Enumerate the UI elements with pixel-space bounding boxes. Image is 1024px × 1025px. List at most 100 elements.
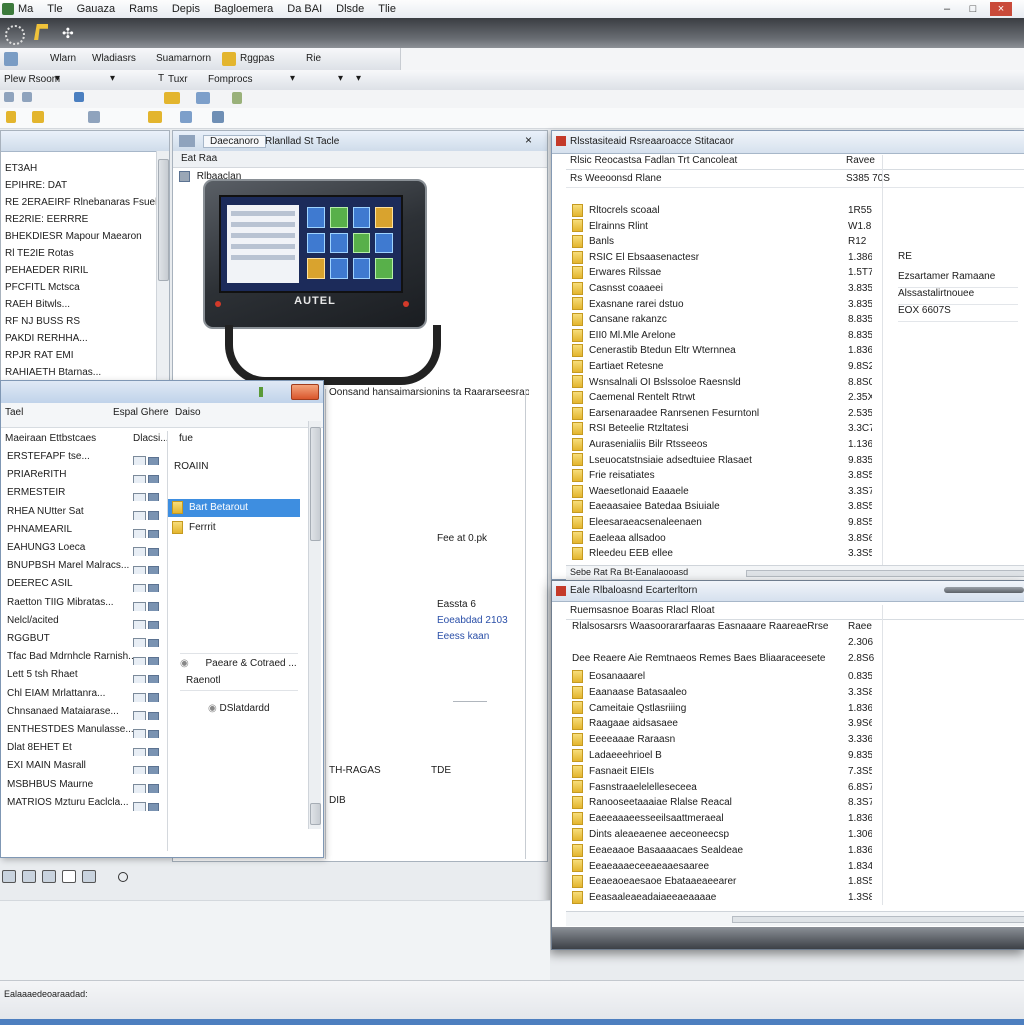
list-item[interactable]: Fasnstraaelelelleseceea 6.8S7 xyxy=(572,780,872,796)
checkbox-icon[interactable] xyxy=(133,692,146,702)
list-item[interactable]: ENTHESTDES Manulasse... xyxy=(1,722,165,738)
list-item[interactable]: Caemenal Rentelt Rtrwt 2.35X xyxy=(572,390,872,406)
list-item[interactable]: Banls R12 xyxy=(572,234,872,250)
tree-item[interactable]: PEHAEDER RIRIL xyxy=(1,263,156,279)
checkbox-icon[interactable] xyxy=(133,711,146,720)
search-icon[interactable] xyxy=(88,111,100,123)
list-item[interactable]: Waesetlonaid Eaaaele 3.3S7 xyxy=(572,484,872,500)
close-button[interactable]: × xyxy=(990,2,1012,16)
tree-scroll-thumb[interactable] xyxy=(158,159,169,281)
list-item[interactable]: Ladaeeehrioel B 9.835 xyxy=(572,748,872,764)
sub-item[interactable]: Ferrrit xyxy=(172,521,216,534)
tab-details[interactable]: Rlanllad St Tacle xyxy=(265,136,339,147)
list-item[interactable]: EAHUNG3 Loeca xyxy=(1,540,165,556)
dialog-scroll-down[interactable] xyxy=(310,803,321,825)
list-item[interactable]: Exasnane rarei dstuo 3.835 xyxy=(572,297,872,313)
checkbox-icon[interactable] xyxy=(133,656,146,666)
checkbox-icon[interactable] xyxy=(133,802,146,811)
checkbox-icon[interactable] xyxy=(133,565,146,575)
tree-item[interactable]: EPIHRE: DAT xyxy=(1,178,156,194)
list-item[interactable]: Eartiaet Retesne 9.8S2 xyxy=(572,359,872,375)
maximize-button[interactable]: □ xyxy=(962,2,984,16)
checkbox-icon[interactable] xyxy=(133,747,146,757)
search-icon[interactable] xyxy=(180,111,192,123)
list-item[interactable]: Casnsst coaaeei 3.835 xyxy=(572,281,872,297)
menu-item[interactable]: Tlie xyxy=(378,0,396,18)
chevron-down-icon[interactable]: ▾ xyxy=(110,73,115,84)
list-item[interactable]: MSBHBUS Maurne xyxy=(1,777,165,793)
list-item[interactable]: PRIAReRITH xyxy=(1,467,165,484)
toolbar-tab-2[interactable]: Wladiasrs xyxy=(92,53,136,64)
list-item[interactable]: Cameitaie Qstlasriiing 1.836 xyxy=(572,701,872,717)
list-item[interactable]: Eeaeaaaeceeaeaaesaaree 1.834 xyxy=(572,859,872,875)
chevron-down-icon[interactable]: ▾ xyxy=(356,73,361,84)
selected-item[interactable]: Bart Betarout xyxy=(168,499,300,517)
view-icon[interactable] xyxy=(62,870,76,883)
list-item[interactable]: Ranooseetaaaiae Rlalse Reacal 8.3S7 xyxy=(572,795,872,811)
checkbox-icon[interactable] xyxy=(133,783,146,793)
list-item[interactable]: MATRIOS Mzturu Eaclcla... xyxy=(1,795,165,811)
list-item[interactable]: Erwares Rilssae 1.5T7 xyxy=(572,265,872,281)
view-icon[interactable] xyxy=(2,870,16,883)
list-item[interactable]: Dlat 8EHET Et xyxy=(1,740,165,757)
pointer-icon[interactable] xyxy=(74,92,84,102)
view-icon[interactable] xyxy=(22,870,36,883)
toolbar-tab-5[interactable]: Rie xyxy=(306,53,321,64)
list-item[interactable]: Eaanaase Batasaaleo 3.3S8 xyxy=(572,685,872,701)
pin-icon[interactable] xyxy=(259,387,263,397)
list-item[interactable]: Rleedeu EEB ellee 3.3S5 xyxy=(572,546,872,562)
chevron-down-icon[interactable]: ▾ xyxy=(290,73,295,84)
list-item[interactable]: Elrainns Rlint W1.8 xyxy=(572,219,872,235)
checkbox-icon[interactable] xyxy=(133,547,146,556)
option-1[interactable]: ◉ Paeare & Cotraed ... xyxy=(180,658,298,669)
center-link-2[interactable]: Eeess kaan xyxy=(437,631,489,642)
checkbox-icon[interactable] xyxy=(133,601,146,611)
dialog-scroll-thumb[interactable] xyxy=(310,427,321,541)
chevron-down-icon[interactable]: ▾ xyxy=(338,73,343,84)
list-item[interactable]: Eeeeaaae Raraasn 3.336 xyxy=(572,732,872,748)
checkbox-icon[interactable] xyxy=(133,510,146,520)
close-icon[interactable]: × xyxy=(525,133,532,147)
list-item[interactable]: Frie reisatiates 3.8S5 xyxy=(572,468,872,484)
tab-documents[interactable]: Daecanoro xyxy=(203,135,266,148)
list-item[interactable]: Dints aleaeaenee aeceoneecsp 1.306 xyxy=(572,827,872,843)
checkbox-icon[interactable] xyxy=(133,765,146,775)
chevron-down-icon[interactable]: ▾ xyxy=(55,73,60,84)
toolbar-tab-4[interactable]: Rggpas xyxy=(240,53,274,64)
horizontal-scrollbar[interactable] xyxy=(746,570,1024,577)
list-item[interactable]: Earsenaraadee Ranrsenen Fesurntonl 2.535 xyxy=(572,406,872,422)
checkbox-icon[interactable] xyxy=(133,583,146,593)
list-item[interactable]: Raagaae aidsasaee 3.9S6 xyxy=(572,716,872,732)
toolbar-text-1[interactable]: Tuxr xyxy=(168,74,188,85)
list-item[interactable]: Nelcl/acited xyxy=(1,613,165,629)
view-icon[interactable] xyxy=(82,870,96,883)
tree-item[interactable]: BHEKDIESR Mapour Maearon xyxy=(1,229,156,245)
minimize-button[interactable]: – xyxy=(936,2,958,16)
list-item[interactable]: PHNAMEARIL xyxy=(1,522,165,538)
toolbar-tab-3[interactable]: Suamarnorn xyxy=(156,53,211,64)
checkbox-icon[interactable] xyxy=(133,620,146,629)
list-item[interactable]: Eeaeaaoe Basaaaacaes Sealdeae 1.836 xyxy=(572,843,872,859)
menu-item[interactable]: Tle xyxy=(47,0,62,18)
list-item[interactable]: RHEA NUtter Sat xyxy=(1,504,165,520)
menu-item[interactable]: Depis xyxy=(172,0,200,18)
text-icon[interactable]: T xyxy=(158,73,164,84)
tree-item[interactable]: PFCFITL Mctsca xyxy=(1,280,156,296)
checkbox-icon[interactable] xyxy=(133,456,146,465)
list-item[interactable]: Eeaeaoeaesaoe Ebataaeaeearer 1.8S5 xyxy=(572,874,872,890)
list-item[interactable]: Lett 5 tsh Rhaet xyxy=(1,667,165,684)
menu-item[interactable]: Ma xyxy=(18,0,33,18)
minimize-icon[interactable] xyxy=(273,385,287,397)
folder-icon[interactable] xyxy=(6,111,16,123)
list-item[interactable]: ERMESTEIR xyxy=(1,485,165,502)
menu-item[interactable]: Gauaza xyxy=(77,0,116,18)
list-item[interactable]: Eleesaraeacsenaleenaen 9.8S5 xyxy=(572,515,872,531)
list-item[interactable]: Chnsanaed Mataiarase... xyxy=(1,704,165,720)
tools-icon[interactable]: ✣ xyxy=(62,25,78,41)
list-item[interactable]: Eaeleaa allsadoo 3.8S6 xyxy=(572,531,872,547)
list-item[interactable]: Tfac Bad Mdrnhcle Rarnish... xyxy=(1,649,165,666)
list-item[interactable]: Fasnaeit EIEIs 7.3S5 xyxy=(572,764,872,780)
list-item[interactable]: Chl EIAM Mrlattanra... xyxy=(1,686,165,702)
close-button[interactable] xyxy=(291,384,319,400)
list-item[interactable]: Eeasaaleaeadaiaeeaeaaaae 1.3S8 xyxy=(572,890,872,906)
